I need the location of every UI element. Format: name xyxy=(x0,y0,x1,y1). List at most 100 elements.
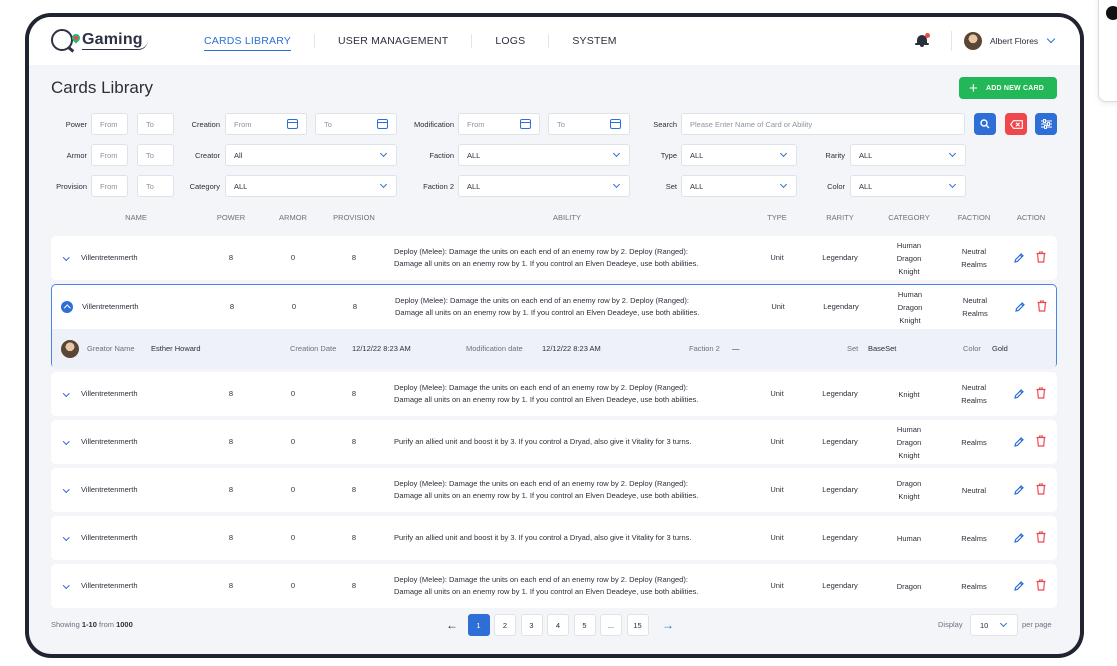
creation-from-input[interactable]: From xyxy=(225,113,307,135)
header-armor[interactable]: ARMOR xyxy=(263,213,323,222)
edit-icon[interactable] xyxy=(1013,484,1025,496)
search-button[interactable] xyxy=(974,113,996,135)
nav-system[interactable]: SYSTEM xyxy=(549,34,639,48)
set-select[interactable]: ALL xyxy=(681,175,797,197)
chevron-down-icon[interactable] xyxy=(60,532,72,544)
card-provision: 8 xyxy=(351,253,357,262)
search-input[interactable]: Please Enter Name of Card or Ability xyxy=(681,113,965,135)
header-category[interactable]: CATEGORY xyxy=(879,213,939,222)
chevron-down-icon[interactable] xyxy=(60,436,72,448)
card-category: Human xyxy=(896,424,922,434)
card-ability-line: Damage all units on an enemy row by 1. I… xyxy=(394,587,699,596)
card-category: Knight xyxy=(898,266,920,276)
table-row[interactable]: Villentretenmerth 8 0 8 Deploy (Melee): Dama… xyxy=(51,284,1057,369)
edit-icon[interactable] xyxy=(1013,252,1025,264)
card-category: Human xyxy=(897,289,923,299)
header-type[interactable]: TYPE xyxy=(747,213,807,222)
app-logo[interactable]: Gaming xyxy=(51,29,148,51)
edit-icon[interactable] xyxy=(1013,388,1025,400)
card-armor: 0 xyxy=(290,533,296,542)
clear-filters-button[interactable] xyxy=(1005,113,1027,135)
add-new-card-button[interactable]: + ADD NEW CARD xyxy=(959,77,1057,99)
calendar-icon[interactable] xyxy=(610,119,621,129)
header-faction[interactable]: FACTION xyxy=(944,213,1004,222)
modification-to-input[interactable]: To xyxy=(548,113,630,135)
power-from-input[interactable]: From xyxy=(91,113,128,135)
edit-icon[interactable] xyxy=(1013,532,1025,544)
delete-icon[interactable] xyxy=(1036,531,1046,543)
chevron-down-icon[interactable] xyxy=(60,580,72,592)
delete-icon[interactable] xyxy=(1036,435,1046,447)
category-label: Category xyxy=(189,182,220,191)
type-select[interactable]: ALL xyxy=(681,144,797,166)
header-name[interactable]: NAME xyxy=(106,213,166,222)
bell-icon[interactable] xyxy=(915,33,930,49)
calendar-icon[interactable] xyxy=(377,119,388,129)
card-provision: 8 xyxy=(352,302,358,311)
armor-to-input[interactable]: To xyxy=(137,144,174,166)
armor-from-input[interactable]: From xyxy=(91,144,128,166)
next-page-arrow-icon[interactable]: → xyxy=(657,618,679,632)
delete-icon[interactable] xyxy=(1037,300,1047,312)
header-provision[interactable]: PROVISION xyxy=(324,213,384,222)
page-button-1[interactable]: 1 xyxy=(467,614,490,636)
creator-select[interactable]: All xyxy=(225,144,397,166)
card-ability-line: Damage all units on an enemy row by 1. I… xyxy=(394,259,699,268)
page-button-3[interactable]: 3 xyxy=(520,614,543,636)
prev-page-arrow-icon[interactable]: ← xyxy=(441,618,463,632)
user-menu[interactable]: Albert Flores xyxy=(951,31,1056,51)
calendar-icon[interactable] xyxy=(287,119,298,129)
add-new-card-label: ADD NEW CARD xyxy=(985,84,1044,92)
card-faction: Neutral xyxy=(961,247,987,256)
page-button-2[interactable]: 2 xyxy=(494,614,516,636)
filter-settings-button[interactable] xyxy=(1035,113,1057,135)
delete-icon[interactable] xyxy=(1036,251,1046,263)
delete-icon[interactable] xyxy=(1036,579,1046,591)
category-select[interactable]: ALL xyxy=(225,175,397,197)
table-row[interactable]: Villentretenmerth 8 0 8 Deploy (Melee): Dama… xyxy=(51,468,1057,512)
table-row[interactable]: Villentretenmerth 8 0 8 Deploy (Melee): Dama… xyxy=(51,564,1057,608)
page-ellipsis[interactable]: ... xyxy=(600,614,622,636)
delete-icon[interactable] xyxy=(1036,387,1046,399)
chevron-down-icon[interactable] xyxy=(60,388,72,400)
edit-icon[interactable] xyxy=(1013,436,1025,448)
chevron-up-icon[interactable] xyxy=(61,301,73,313)
nav-user-management[interactable]: USER MANAGEMENT xyxy=(315,34,473,48)
search-icon xyxy=(980,119,990,129)
modification-from-input[interactable]: From xyxy=(458,113,540,135)
provision-from-input[interactable]: From xyxy=(91,175,128,197)
nav-logs[interactable]: LOGS xyxy=(472,34,550,48)
edit-icon[interactable] xyxy=(1013,580,1025,592)
card-type: Unit xyxy=(771,302,785,311)
card-category: Dragon xyxy=(896,437,922,447)
logo-q-mark xyxy=(51,29,73,51)
card-name: Villentretenmerth xyxy=(81,581,138,590)
page-button-5[interactable]: 5 xyxy=(573,614,596,636)
power-to-input[interactable]: To xyxy=(137,113,174,135)
provision-to-input[interactable]: To xyxy=(137,175,174,197)
table-row[interactable]: Villentretenmerth 8 0 8 Purify an allied uni… xyxy=(51,420,1057,464)
chevron-down-icon[interactable] xyxy=(60,484,72,496)
header-power[interactable]: POWER xyxy=(201,213,261,222)
card-faction: Realms xyxy=(961,533,987,543)
header-rarity[interactable]: RARITY xyxy=(810,213,870,222)
table-row[interactable]: Villentretenmerth 8 0 8 Deploy (Melee): Dama… xyxy=(51,372,1057,416)
notification-dot xyxy=(925,33,930,38)
table-row[interactable]: Villentretenmerth 8 0 8 Deploy (Melee): Dama… xyxy=(51,236,1057,280)
page-button-15[interactable]: 15 xyxy=(626,614,649,636)
nav-cards-library[interactable]: CARDS LIBRARY xyxy=(181,34,316,51)
creation-to-input[interactable]: To xyxy=(315,113,397,135)
rarity-select[interactable]: ALL xyxy=(850,144,966,166)
delete-icon[interactable] xyxy=(1036,483,1046,495)
page-button-4[interactable]: 4 xyxy=(547,614,569,636)
logo-brand: Gaming xyxy=(82,31,148,50)
chevron-down-icon[interactable] xyxy=(60,252,72,264)
table-row[interactable]: Villentretenmerth 8 0 8 Purify an allied uni… xyxy=(51,516,1057,560)
color-select[interactable]: ALL xyxy=(850,175,966,197)
faction-2-select[interactable]: ALL xyxy=(458,175,630,197)
faction-select[interactable]: ALL xyxy=(458,144,630,166)
calendar-icon[interactable] xyxy=(520,119,531,129)
page-size-select[interactable]: 10 xyxy=(970,614,1018,636)
card-ability-line: Purify an allied unit and boost it by 3.… xyxy=(394,437,692,446)
edit-icon[interactable] xyxy=(1014,301,1026,313)
